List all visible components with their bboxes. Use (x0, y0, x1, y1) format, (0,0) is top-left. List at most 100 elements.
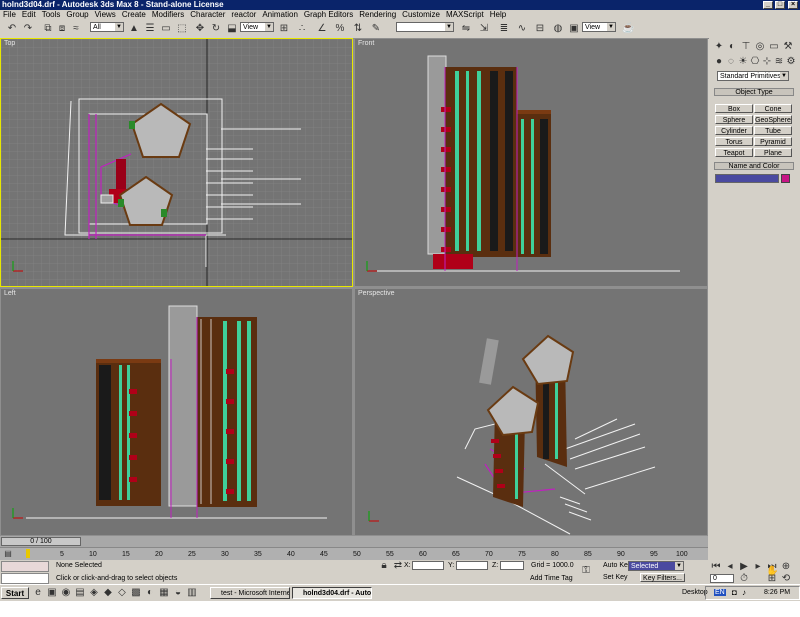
menu-reactor[interactable]: reactor (228, 10, 259, 20)
pivot-icon[interactable]: ⊞ (278, 23, 290, 35)
geometry-icon[interactable]: ● (713, 56, 725, 68)
menu-tools[interactable]: Tools (39, 10, 64, 20)
z-coordinate-field[interactable] (500, 561, 524, 570)
unlink-icon[interactable]: ⧈ (56, 23, 68, 35)
lock-selection-icon[interactable]: 🔒︎ (378, 560, 390, 572)
maxscript-input[interactable] (1, 573, 49, 584)
material-editor-icon[interactable]: ◍ (552, 23, 564, 35)
redo-icon[interactable]: ↷ (22, 23, 34, 35)
quicklaunch-app-icon[interactable]: ▩ (130, 587, 142, 599)
create-tab-icon[interactable]: ✦ (713, 41, 725, 53)
menu-views[interactable]: Views (92, 10, 119, 20)
maxscript-listener[interactable] (1, 561, 49, 572)
box-button[interactable]: Box (715, 104, 753, 113)
rect-selection-icon[interactable]: ▭ (160, 23, 172, 35)
menu-create[interactable]: Create (119, 10, 149, 20)
time-slider-thumb[interactable]: 0 / 100 (1, 537, 81, 546)
mirror-icon[interactable]: ⇋ (460, 23, 472, 35)
select-by-name-icon[interactable]: ☰ (144, 23, 156, 35)
utilities-tab-icon[interactable]: ⚒ (782, 41, 794, 53)
maximize-button[interactable]: □ (775, 1, 785, 9)
teapot-button[interactable]: Teapot (715, 148, 753, 157)
start-button[interactable]: Start (1, 587, 29, 599)
cylinder-button[interactable]: Cylinder (715, 126, 753, 135)
quicklaunch-media-icon[interactable]: ◉ (60, 587, 72, 599)
link-icon[interactable]: ⧉ (42, 23, 54, 35)
quicklaunch-app-icon[interactable]: ◐ (144, 587, 156, 599)
object-type-rollout[interactable]: Object Type (714, 88, 794, 96)
align-icon[interactable]: ⇲ (478, 23, 490, 35)
edit-named-selection-icon[interactable]: ✎ (370, 23, 382, 35)
lights-icon[interactable]: ☀ (737, 56, 749, 68)
quicklaunch-app-icon[interactable]: ▦ (158, 587, 170, 599)
viewport-label-top[interactable]: Top (4, 40, 15, 47)
menu-edit[interactable]: Edit (19, 10, 39, 20)
task-3dsmax[interactable]: holnd3d04.drf - Autod... (292, 587, 372, 599)
tube-button[interactable]: Tube (754, 126, 792, 135)
quicklaunch-app-icon[interactable]: ◆ (102, 587, 114, 599)
object-color-swatch[interactable] (781, 174, 790, 183)
spacewarps-icon[interactable]: ≋ (773, 56, 785, 68)
menu-maxscript[interactable]: MAXScript (443, 10, 487, 20)
viewport-label-perspective[interactable]: Perspective (358, 290, 395, 297)
quicklaunch-ie-icon[interactable]: e (32, 587, 44, 599)
viewport-top[interactable]: Top (0, 38, 353, 287)
play-icon[interactable]: ▶ (738, 561, 750, 573)
quicklaunch-app-icon[interactable]: ◈ (88, 587, 100, 599)
sphere-button[interactable]: Sphere (715, 115, 753, 124)
undo-icon[interactable]: ↶ (6, 23, 18, 35)
spinner-snap-icon[interactable]: ⇅ (352, 23, 364, 35)
add-time-tag-button[interactable]: Add Time Tag (530, 575, 573, 582)
viewport-front[interactable]: Front (355, 39, 707, 286)
quick-render-icon[interactable]: ☕ (622, 23, 634, 35)
track-bar[interactable]: ▤ 5 10 15 20 25 30 35 40 45 50 55 60 65 … (0, 547, 708, 560)
viewport-perspective[interactable]: Perspective (355, 289, 707, 535)
menu-group[interactable]: Group (63, 10, 91, 20)
menu-animation[interactable]: Animation (259, 10, 301, 20)
shapes-icon[interactable]: ◌ (725, 56, 737, 68)
display-tab-icon[interactable]: ▭ (768, 41, 780, 53)
time-slider[interactable]: 0 / 100 (0, 536, 708, 547)
menu-graph-editors[interactable]: Graph Editors (301, 10, 356, 20)
render-scene-icon[interactable]: ▣ (568, 23, 580, 35)
selection-filter-dropdown[interactable]: All ▼ (90, 22, 124, 32)
menu-character[interactable]: Character (187, 10, 228, 20)
object-name-field[interactable] (715, 174, 779, 183)
key-filters-button[interactable]: Key Filters... (640, 573, 685, 582)
viewport-left[interactable]: Left (1, 289, 352, 535)
x-coordinate-field[interactable] (412, 561, 444, 570)
percent-snap-icon[interactable]: % (334, 23, 346, 35)
modify-tab-icon[interactable]: ◐ (726, 41, 738, 53)
snap-icon[interactable]: ∴ (296, 23, 308, 35)
plane-button[interactable]: Plane (754, 148, 792, 157)
quicklaunch-desktop-icon[interactable]: ▣ (46, 587, 58, 599)
move-icon[interactable]: ✥ (194, 23, 206, 35)
scale-icon[interactable]: ⬓ (226, 23, 238, 35)
menu-file[interactable]: File (0, 10, 19, 20)
select-object-icon[interactable]: ▲ (128, 23, 140, 35)
minimize-button[interactable]: _ (763, 1, 773, 9)
cameras-icon[interactable]: ⎔ (749, 56, 761, 68)
rotate-icon[interactable]: ↻ (210, 23, 222, 35)
named-selection-dropdown[interactable]: ▼ (396, 22, 454, 32)
motion-tab-icon[interactable]: ◎ (754, 41, 766, 53)
pyramid-button[interactable]: Pyramid (754, 137, 792, 146)
helpers-icon[interactable]: ⊹ (761, 56, 773, 68)
absolute-mode-icon[interactable]: ⇄ (392, 560, 404, 572)
curve-editor-icon[interactable]: ∿ (516, 23, 528, 35)
menu-customize[interactable]: Customize (399, 10, 443, 20)
quicklaunch-app-icon[interactable]: ◒ (172, 587, 184, 599)
systems-icon[interactable]: ⚙ (785, 56, 797, 68)
next-frame-icon[interactable]: ▸ (752, 561, 764, 573)
layer-manager-icon[interactable]: ≣ (498, 23, 510, 35)
zoom-icon[interactable]: ⊕ (780, 561, 792, 573)
set-key-icon[interactable]: ⚿ (580, 565, 592, 577)
previous-frame-icon[interactable]: ◂ (724, 561, 736, 573)
volume-icon[interactable]: ♪ (742, 588, 746, 597)
menu-modifiers[interactable]: Modifiers (149, 10, 187, 20)
current-frame-field[interactable]: 0 (710, 574, 734, 583)
category-dropdown[interactable]: Standard Primitives ▼ (717, 71, 789, 81)
viewport-label-left[interactable]: Left (4, 290, 16, 297)
open-mini-curve-editor-icon[interactable]: ▤ (2, 548, 14, 559)
render-view-dropdown[interactable]: View ▼ (582, 22, 616, 32)
